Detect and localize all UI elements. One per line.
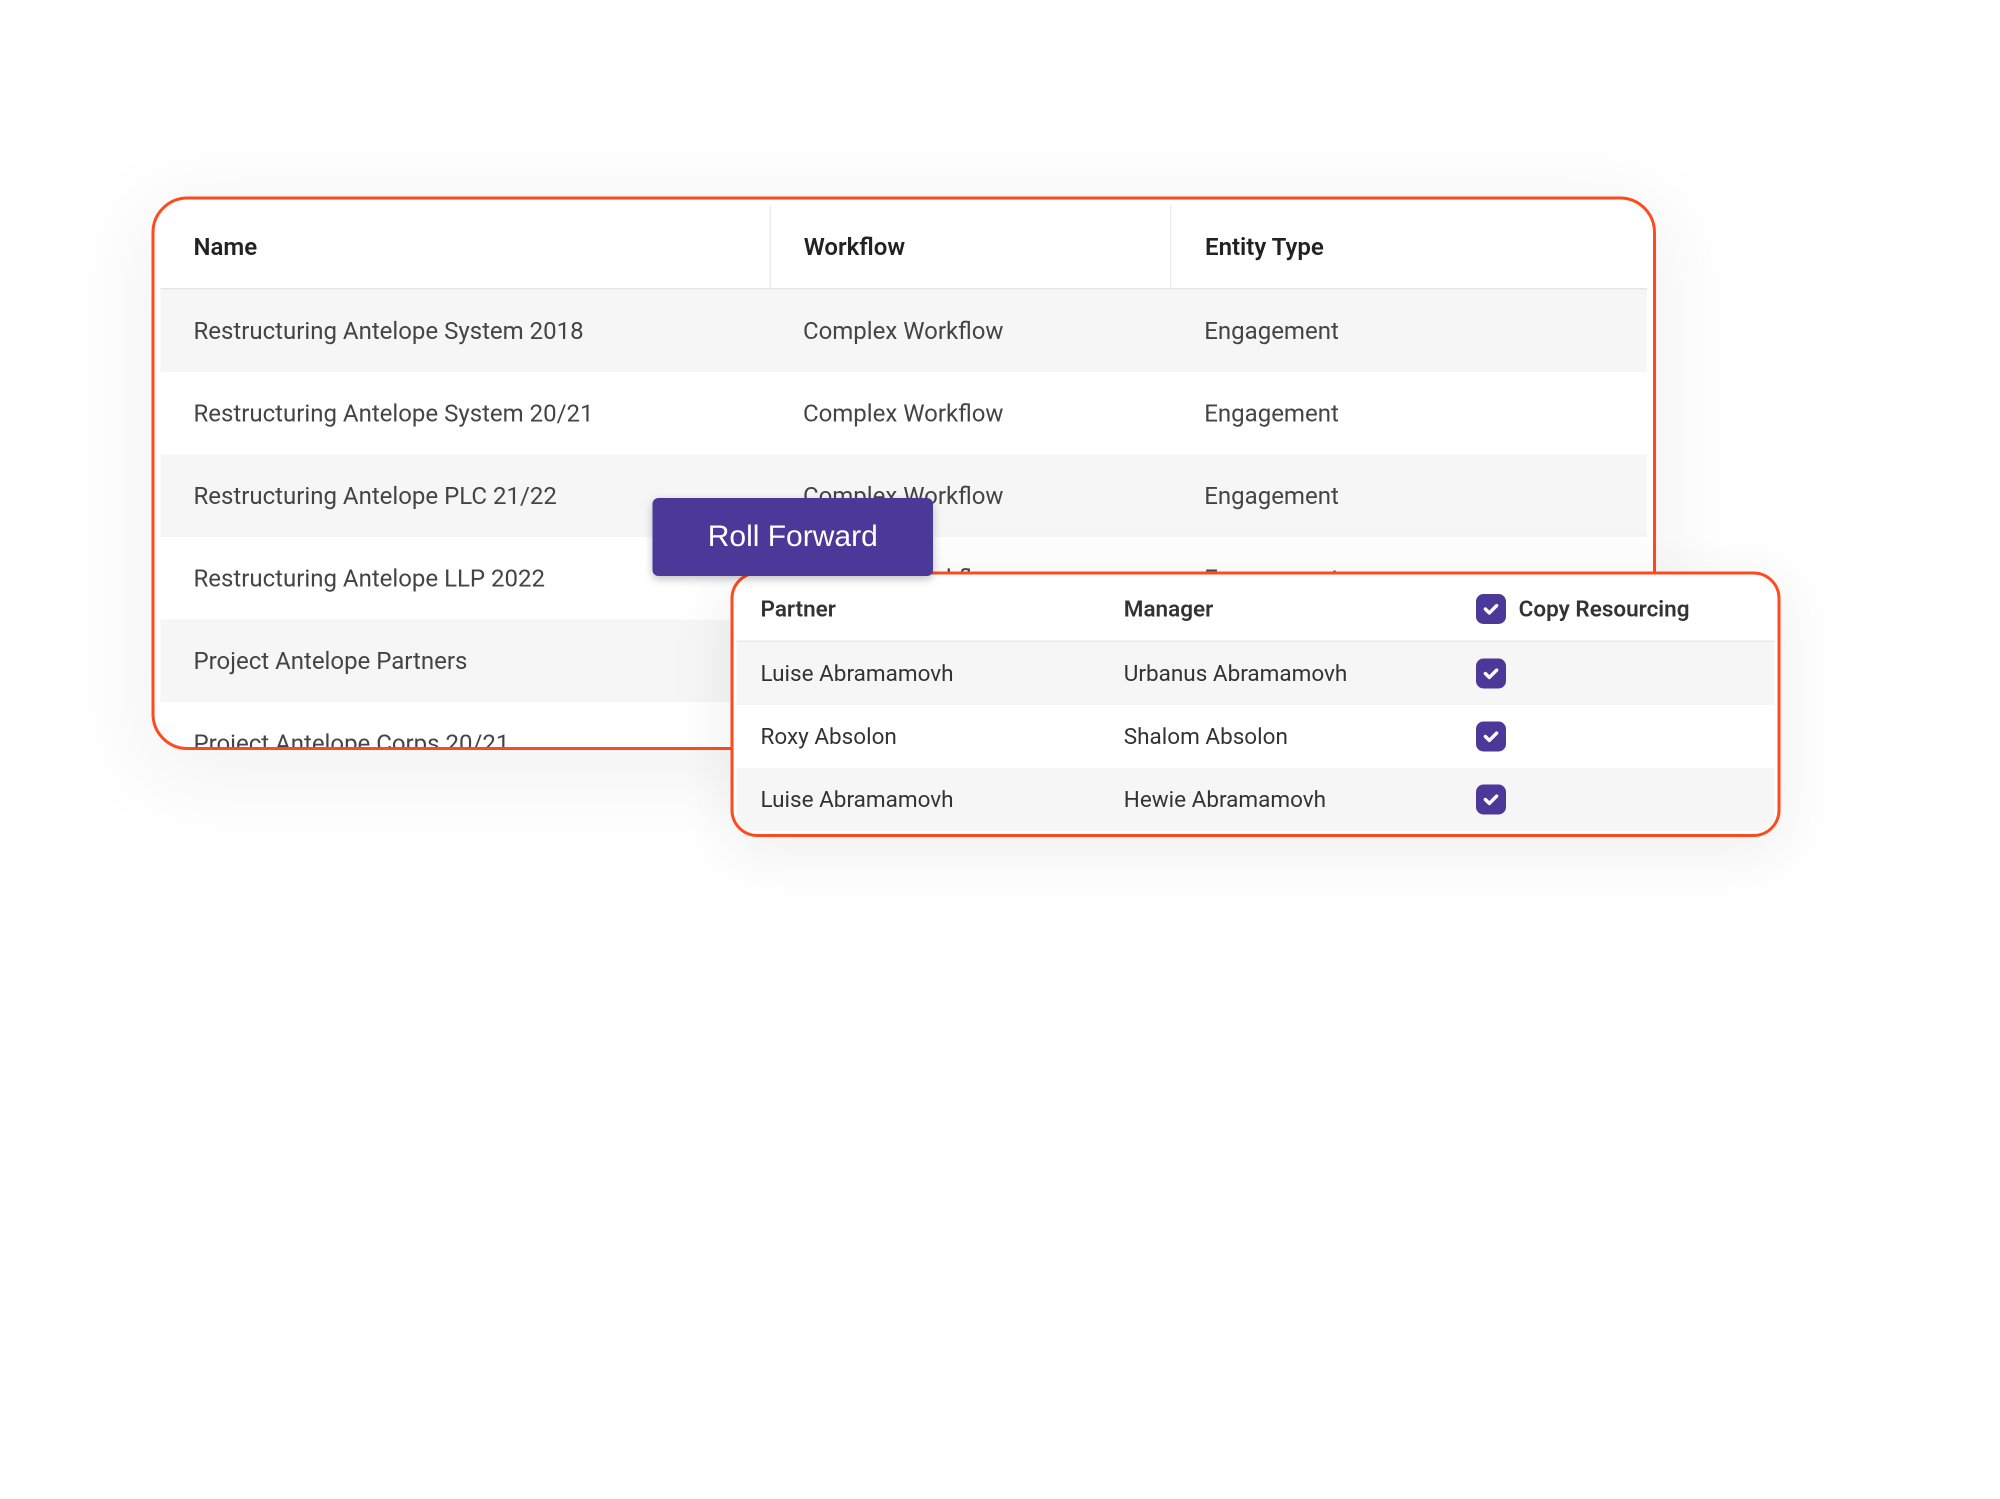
copy-resourcing-checkbox[interactable]: [1477, 785, 1507, 815]
header-workflow: Workflow: [770, 206, 1171, 289]
cell-name: Project Antelope Corps 20/21: [161, 702, 770, 750]
cell-manager: Shalom Absolon: [1100, 705, 1453, 768]
cell-partner: Roxy Absolon: [737, 705, 1100, 768]
copy-resourcing-checkbox[interactable]: [1477, 722, 1507, 752]
table-row[interactable]: Restructuring Antelope System 20/21 Comp…: [161, 372, 1648, 455]
cell-copy: [1453, 768, 1775, 831]
check-icon: [1483, 665, 1501, 683]
copy-resourcing-checkbox[interactable]: [1477, 659, 1507, 689]
table-header-row: Name Workflow Entity Type: [161, 206, 1648, 289]
cell-workflow: Complex Workflow: [770, 372, 1171, 455]
cell-partner: Luise Abramamovh: [737, 768, 1100, 831]
header-name: Name: [161, 206, 770, 289]
header-partner: Partner: [737, 578, 1100, 642]
cell-name: Project Antelope Partners: [161, 620, 770, 703]
cell-name: Restructuring Antelope System 20/21: [161, 372, 770, 455]
check-icon: [1483, 791, 1501, 809]
resourcing-panel: Partner Manager Copy Resourcing Luise A: [731, 572, 1781, 838]
table-row[interactable]: Luise Abramamovh Hewie Abramamovh: [737, 768, 1775, 831]
check-icon: [1483, 728, 1501, 746]
table-header-row: Partner Manager Copy Resourcing: [737, 578, 1775, 642]
table-row[interactable]: Restructuring Antelope System 2018 Compl…: [161, 289, 1648, 372]
cell-copy: [1453, 641, 1775, 705]
table-row[interactable]: Luise Abramamovh Urbanus Abramamovh: [737, 641, 1775, 705]
copy-resourcing-label: Copy Resourcing: [1519, 596, 1690, 623]
copy-resourcing-checkbox-all[interactable]: [1477, 594, 1507, 624]
cell-manager: Urbanus Abramamovh: [1100, 641, 1453, 705]
cell-entity-type: Engagement: [1171, 289, 1647, 372]
cell-entity-type: Engagement: [1171, 372, 1647, 455]
cell-workflow: Complex Workflow: [770, 289, 1171, 372]
table-row[interactable]: Roxy Absolon Shalom Absolon: [737, 705, 1775, 768]
cell-manager: Hewie Abramamovh: [1100, 768, 1453, 831]
resourcing-table: Partner Manager Copy Resourcing Luise A: [737, 578, 1775, 832]
cell-copy: [1453, 705, 1775, 768]
header-copy-resourcing: Copy Resourcing: [1453, 578, 1775, 642]
cell-partner: Luise Abramamovh: [737, 641, 1100, 705]
cell-entity-type: Engagement: [1171, 455, 1647, 538]
header-manager: Manager: [1100, 578, 1453, 642]
roll-forward-button[interactable]: Roll Forward: [653, 498, 934, 576]
check-icon: [1483, 600, 1501, 618]
cell-name: Restructuring Antelope System 2018: [161, 289, 770, 372]
header-entity-type: Entity Type: [1171, 206, 1647, 289]
